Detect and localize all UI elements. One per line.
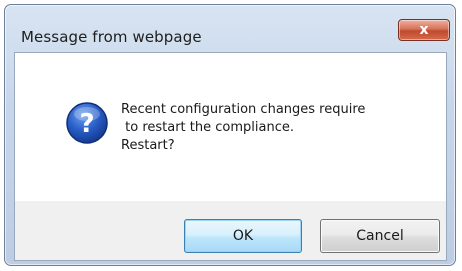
cancel-button[interactable]: Cancel [320, 219, 440, 253]
question-icon: ? [66, 102, 108, 144]
message-dialog: Message from webpage x ? Recent configur… [4, 4, 456, 266]
message-text: Recent configuration changes require to … [121, 101, 365, 155]
ok-button[interactable]: OK [184, 219, 302, 253]
message-line: to restart the compliance. [121, 120, 294, 135]
close-button[interactable]: x [398, 19, 450, 41]
message-line: Recent configuration changes require [121, 102, 366, 117]
dialog-title: Message from webpage [21, 28, 202, 46]
message-line: Restart? [121, 138, 175, 153]
dialog-body: ? Recent configuration changes require t… [14, 52, 447, 261]
title-bar[interactable]: Message from webpage x [5, 5, 455, 46]
message-area: ? Recent configuration changes require t… [15, 53, 446, 201]
svg-text:?: ? [79, 109, 94, 139]
close-icon: x [419, 22, 429, 38]
